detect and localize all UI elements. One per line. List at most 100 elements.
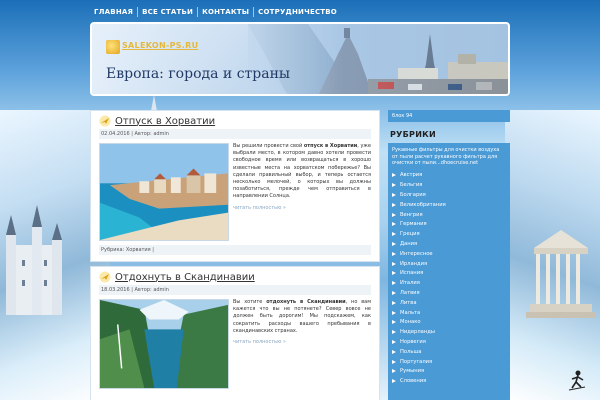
airplane-icon xyxy=(99,271,111,283)
spire-illustration xyxy=(151,95,157,111)
arrow-right-icon xyxy=(392,232,396,237)
arrow-right-icon xyxy=(392,192,396,197)
category-item[interactable]: Мальта xyxy=(392,308,506,318)
category-item[interactable]: Греция xyxy=(392,229,506,239)
nav-all-articles[interactable]: ВСЕ СТАТЬИ xyxy=(138,8,197,16)
category-item-label: Испания xyxy=(400,270,424,277)
post-excerpt-wrap: Вы хотите отдохнуть в Скандинавии, но ва… xyxy=(233,299,371,389)
category-item-label: Португалия xyxy=(400,358,433,365)
category-item[interactable]: Ирландия xyxy=(392,259,506,269)
arrow-right-icon xyxy=(392,251,396,256)
read-more-link[interactable]: читать полностью » xyxy=(233,205,371,211)
category-item-label: Ирландия xyxy=(400,260,428,267)
category-item-label: Венгрия xyxy=(400,211,423,218)
arrow-right-icon xyxy=(392,310,396,315)
site-title: Европа: города и страны xyxy=(106,66,291,82)
skier-illustration xyxy=(568,370,586,391)
category-item-label: Италия xyxy=(400,280,420,287)
arrow-right-icon xyxy=(392,202,396,207)
read-more-link[interactable]: читать полностью » xyxy=(233,339,371,345)
category-item[interactable]: Нидерланды xyxy=(392,327,506,337)
category-item-label: Дания xyxy=(400,240,418,247)
category-item-label: Германия xyxy=(400,221,427,228)
arrow-right-icon xyxy=(392,183,396,188)
category-item[interactable]: Латвия xyxy=(392,288,506,298)
post-meta: 02.04.2016 | Автор: admin xyxy=(99,129,371,139)
category-item[interactable]: Португалия xyxy=(392,357,506,367)
airplane-icon xyxy=(99,115,111,127)
category-item[interactable]: Интересное xyxy=(392,249,506,259)
category-item[interactable]: Венгрия xyxy=(392,210,506,220)
category-item[interactable]: Литва xyxy=(392,298,506,308)
category-item[interactable]: Австрия xyxy=(392,171,506,181)
post-croatia: Отпуск в Хорватии 02.04.2016 | Автор: ad… xyxy=(90,110,380,262)
arrow-right-icon xyxy=(392,320,396,325)
temple-illustration xyxy=(526,230,596,318)
nav-cooperation[interactable]: СОТРУДНИЧЕСТВО xyxy=(254,8,341,16)
category-item-label: Норвегия xyxy=(400,338,426,345)
post-excerpt: Вы решили провести свой отпуск в Хорвати… xyxy=(233,143,371,200)
category-item-label: Австрия xyxy=(400,172,423,179)
category-item-label: Литва xyxy=(400,299,417,306)
category-item-label: Греция xyxy=(400,231,420,238)
category-item-label: Великобритания xyxy=(400,201,446,208)
category-item-label: Румыния xyxy=(400,368,425,375)
post-header: Отпуск в Хорватии xyxy=(99,115,371,127)
post-scandinavia: Отдохнуть в Скандинавии 18.03.2016 | Авт… xyxy=(90,266,380,400)
sidebar: блок 94 РУБРИКИ Рукавные фильтры для очи… xyxy=(388,110,510,400)
category-item[interactable]: Италия xyxy=(392,278,506,288)
category-item[interactable]: Монако xyxy=(392,317,506,327)
category-item[interactable]: Испания xyxy=(392,268,506,278)
post-category: Рубрика: Хорватия | xyxy=(99,245,371,255)
category-item-label: Болгария xyxy=(400,191,426,198)
author-label: Автор: xyxy=(134,131,152,137)
category-item[interactable]: Словения xyxy=(392,376,506,386)
category-item-label: Интересное xyxy=(400,250,433,257)
category-item[interactable]: Бельгия xyxy=(392,180,506,190)
category-item-label: Латвия xyxy=(400,289,420,296)
nav-home[interactable]: ГЛАВНАЯ xyxy=(90,8,137,16)
arrow-right-icon xyxy=(392,369,396,374)
categories-ad-text[interactable]: Рукавные фильтры для очистки воздуха от … xyxy=(392,147,506,167)
category-item[interactable]: Болгария xyxy=(392,190,506,200)
category-item[interactable]: Польша xyxy=(392,347,506,357)
top-navigation: ГЛАВНАЯ ВСЕ СТАТЬИ КОНТАКТЫ СОТРУДНИЧЕСТ… xyxy=(90,5,341,19)
category-item[interactable]: Дания xyxy=(392,239,506,249)
category-item[interactable]: Норвегия xyxy=(392,337,506,347)
arrow-right-icon xyxy=(392,339,396,344)
arrow-right-icon xyxy=(392,261,396,266)
nav-contacts[interactable]: КОНТАКТЫ xyxy=(198,8,253,16)
category-item-label: Нидерланды xyxy=(400,329,435,336)
croatia-coast-image[interactable] xyxy=(99,143,229,241)
arrow-right-icon xyxy=(392,290,396,295)
category-label: Рубрика: xyxy=(101,247,125,253)
arrow-right-icon xyxy=(392,300,396,305)
excerpt-keyword: отпуск в Хорватии xyxy=(303,143,358,149)
arrow-right-icon xyxy=(392,281,396,286)
category-item[interactable]: Великобритания xyxy=(392,200,506,210)
category-item[interactable]: Румыния xyxy=(392,366,506,376)
site-header: SALEKON-PS.RU Европа: города и страны xyxy=(90,22,510,96)
category-item-label: Польша xyxy=(400,348,422,355)
categories-heading: РУБРИКИ xyxy=(390,130,437,139)
excerpt-keyword: отдохнуть в Скандинавии xyxy=(266,299,346,305)
arrow-right-icon xyxy=(392,241,396,246)
author-link[interactable]: admin xyxy=(153,131,169,137)
author-link[interactable]: admin xyxy=(153,287,169,293)
category-item-label: Монако xyxy=(400,319,421,326)
post-title-link[interactable]: Отдохнуть в Скандинавии xyxy=(115,272,255,283)
category-item[interactable]: Германия xyxy=(392,219,506,229)
post-meta: 18.03.2016 | Автор: admin xyxy=(99,285,371,295)
fjord-image[interactable] xyxy=(99,299,229,389)
arrow-right-icon xyxy=(392,379,396,384)
post-excerpt: Вы хотите отдохнуть в Скандинавии, но ва… xyxy=(233,299,371,334)
categories-box: Рукавные фильтры для очистки воздуха от … xyxy=(388,143,510,400)
site-logo-link[interactable]: SALEKON-PS.RU xyxy=(122,41,198,50)
arrow-right-icon xyxy=(392,359,396,364)
arrow-right-icon xyxy=(392,349,396,354)
category-link[interactable]: Хорватия xyxy=(126,247,151,253)
post-excerpt-wrap: Вы решили провести свой отпуск в Хорвати… xyxy=(233,143,371,241)
arrow-right-icon xyxy=(392,173,396,178)
post-body: Вы хотите отдохнуть в Скандинавии, но ва… xyxy=(99,299,371,389)
post-title-link[interactable]: Отпуск в Хорватии xyxy=(115,116,215,127)
